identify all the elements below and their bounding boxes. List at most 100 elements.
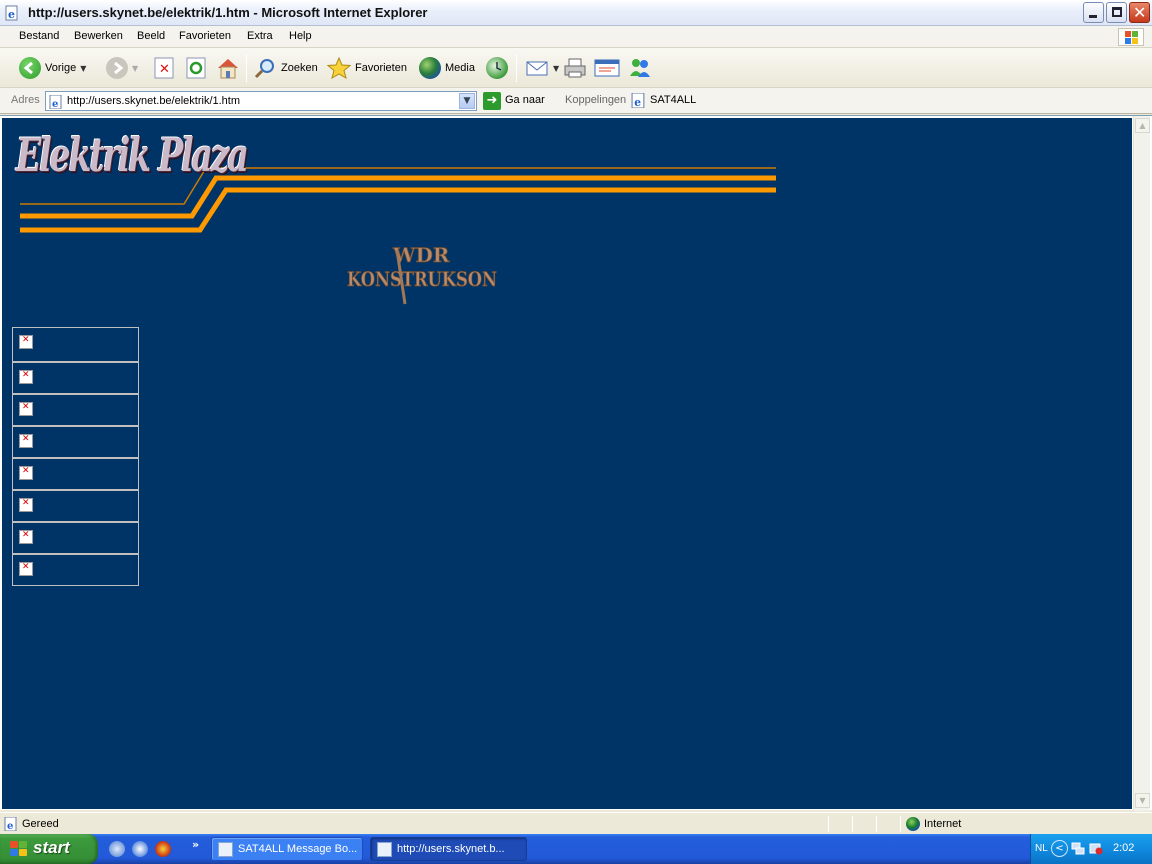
maximize-icon (1112, 7, 1122, 17)
broken-image-icon (19, 530, 33, 544)
broken-image-icon (19, 335, 33, 349)
favorites-star-icon (327, 57, 351, 79)
start-button[interactable]: start (0, 834, 98, 864)
home-icon (218, 59, 238, 79)
mail-button[interactable]: ▼ (525, 56, 559, 80)
network-icon[interactable] (1071, 841, 1085, 855)
elektrik-plaza-logo: Elektrik Plaza (16, 128, 249, 182)
search-label: Zoeken (281, 62, 318, 74)
windows-logo-icon (1118, 28, 1144, 46)
nav-item-7[interactable] (12, 522, 139, 554)
svg-text:✕: ✕ (159, 62, 170, 77)
search-button[interactable]: Zoeken (253, 56, 318, 80)
print-button[interactable] (563, 56, 587, 80)
favorites-button[interactable]: Favorieten (327, 56, 407, 80)
nav-item-1[interactable] (12, 327, 139, 362)
window-title: http://users.skynet.be/elektrik/1.htm - … (28, 5, 428, 20)
ie-page-icon: e (5, 5, 18, 21)
back-button[interactable]: Vorige ▼ (19, 56, 86, 80)
construction-line2: KONSTRUKSON (347, 267, 497, 291)
svg-text:e: e (7, 821, 13, 831)
edit-button[interactable] (594, 56, 620, 80)
links-label[interactable]: Koppelingen (565, 94, 626, 106)
nav-item-6[interactable] (12, 490, 139, 522)
back-dropdown-icon[interactable]: ▼ (80, 64, 86, 73)
menu-beeld[interactable]: Beeld (137, 30, 165, 42)
clock: 2:02 (1113, 842, 1135, 854)
broken-image-icon (19, 402, 33, 416)
tray-expand-icon[interactable]: < (1051, 840, 1068, 857)
address-dropdown-icon[interactable]: ▼ (459, 93, 475, 109)
security-alert-icon[interactable] (1089, 841, 1103, 855)
toolbar-separator (246, 54, 247, 82)
svg-text:e: e (8, 8, 15, 21)
taskbar-item-message-board[interactable]: SAT4ALL Message Bo... (211, 837, 363, 861)
task-label: http://users.skynet.b... (397, 843, 505, 855)
windows-flag-icon (10, 841, 28, 857)
address-bar: Adres e http://users.skynet.be/elektrik/… (0, 88, 1152, 114)
security-zone-label: Internet (924, 818, 962, 830)
status-divider (852, 816, 853, 832)
search-icon (254, 59, 274, 79)
ie-page-icon: e (4, 817, 17, 831)
nav-item-5[interactable] (12, 458, 139, 490)
refresh-button[interactable] (186, 56, 206, 80)
go-button[interactable]: Ga naar (505, 94, 545, 106)
forward-button[interactable]: ▼ (106, 56, 138, 80)
broken-image-icon (19, 562, 33, 576)
messenger-button[interactable] (627, 56, 653, 80)
language-indicator[interactable]: NL (1035, 843, 1048, 854)
menu-help[interactable]: Help (289, 30, 312, 42)
address-label: Adres (11, 94, 40, 106)
back-arrow-icon (19, 57, 41, 79)
scroll-down-icon[interactable]: ▼ (1135, 793, 1150, 808)
internet-zone-icon (906, 817, 920, 831)
go-arrow-icon[interactable]: ➜ (483, 92, 501, 110)
forward-dropdown-icon[interactable]: ▼ (132, 64, 138, 73)
taskbar: start » SAT4ALL Message Bo... http://use… (0, 834, 1152, 864)
minimize-button[interactable] (1083, 2, 1104, 23)
mail-dropdown-icon[interactable]: ▼ (553, 64, 559, 73)
menu-favorieten[interactable]: Favorieten (179, 30, 231, 42)
menu-bestand[interactable]: Bestand (19, 30, 59, 42)
minimize-icon (1089, 15, 1097, 18)
scroll-up-icon[interactable]: ▲ (1135, 118, 1150, 133)
broken-image-icon (19, 434, 33, 448)
nav-item-8[interactable] (12, 554, 139, 586)
status-divider (876, 816, 877, 832)
status-bar: e Gereed Internet (0, 812, 1152, 834)
close-button[interactable]: ✕ (1129, 2, 1150, 23)
stop-icon: ✕ (154, 57, 174, 79)
quicklaunch-more-icon[interactable]: » (192, 838, 199, 851)
menu-extra[interactable]: Extra (247, 30, 273, 42)
quicklaunch-media-icon[interactable] (155, 841, 171, 857)
mail-icon (526, 61, 548, 76)
address-input[interactable]: e http://users.skynet.be/elektrik/1.htm … (45, 91, 477, 111)
status-divider (828, 816, 829, 832)
address-url: http://users.skynet.be/elektrik/1.htm (67, 95, 241, 107)
nav-item-2[interactable] (12, 362, 139, 394)
broken-image-icon (19, 370, 33, 384)
home-button[interactable] (216, 56, 240, 80)
media-globe-icon (419, 57, 441, 79)
history-icon (486, 57, 508, 79)
history-button[interactable] (486, 56, 508, 80)
media-button[interactable]: Media (419, 56, 475, 80)
menu-bewerken[interactable]: Bewerken (74, 30, 123, 42)
nav-item-4[interactable] (12, 426, 139, 458)
broken-image-icon (19, 498, 33, 512)
quicklaunch-ie-icon[interactable] (109, 841, 125, 857)
broken-image-icon (19, 466, 33, 480)
title-bar: e http://users.skynet.be/elektrik/1.htm … (0, 0, 1152, 26)
taskbar-item-elektrik-page[interactable]: http://users.skynet.b... (370, 837, 527, 861)
maximize-button[interactable] (1106, 2, 1127, 23)
nav-item-3[interactable] (12, 394, 139, 426)
quicklaunch-browser-icon[interactable] (132, 841, 148, 857)
status-text: Gereed (22, 818, 59, 830)
edit-page-icon (594, 59, 620, 77)
link-sat4all[interactable]: SAT4ALL (650, 94, 696, 106)
close-icon: ✕ (1133, 3, 1147, 22)
stop-button[interactable]: ✕ (154, 56, 174, 80)
forward-arrow-icon (106, 57, 128, 79)
vertical-scrollbar[interactable]: ▲ ▼ (1133, 116, 1150, 811)
